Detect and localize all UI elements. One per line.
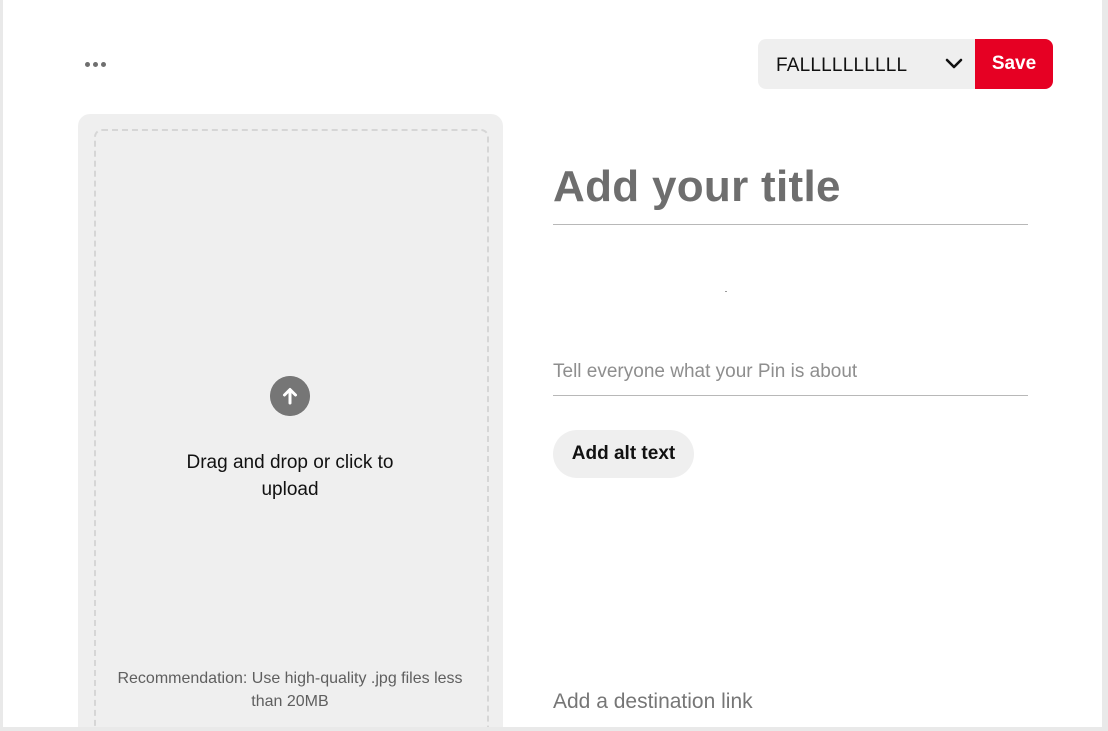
title-placeholder: Add your title (553, 162, 841, 211)
upload-dropzone[interactable] (94, 129, 489, 727)
title-input[interactable]: Add your title (553, 158, 1028, 225)
more-options-button[interactable] (77, 50, 113, 78)
add-alt-text-button[interactable]: Add alt text (553, 430, 694, 478)
upload-recommendation: Recommendation: Use high-quality .jpg fi… (117, 670, 463, 710)
description-placeholder: Tell everyone what your Pin is about (553, 361, 858, 382)
description-input[interactable]: Tell everyone what your Pin is about (553, 360, 1028, 396)
arrow-up-circle-icon (270, 376, 310, 416)
board-select-dropdown[interactable]: FALLLLLLLLLL (758, 39, 976, 89)
chevron-down-icon (945, 58, 963, 69)
destination-link-input[interactable]: Add a destination link (553, 690, 753, 714)
selected-board-name: FALLLLLLLLLL (776, 55, 908, 76)
ellipsis-icon (84, 61, 90, 67)
upload-prompt: Drag and drop or click to upload (186, 452, 394, 500)
cursor-speck (725, 291, 727, 292)
image-upload-panel: Drag and drop or click to upload Recomme… (78, 114, 503, 727)
pin-builder-card: FALLLLLLLLLL Save Drag and drop or click… (3, 0, 1102, 727)
save-button[interactable]: Save (975, 39, 1053, 89)
